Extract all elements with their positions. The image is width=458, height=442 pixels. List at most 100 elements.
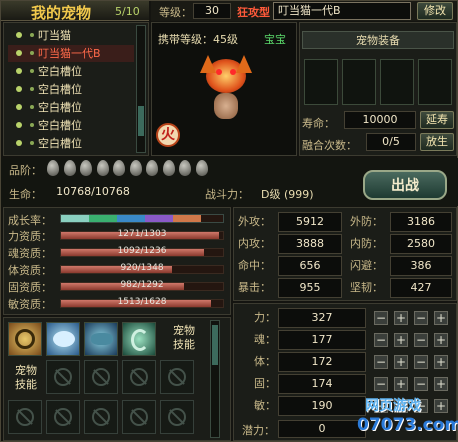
- rename-button[interactable]: 修改: [417, 2, 453, 20]
- locked-skill-slot[interactable]: [160, 400, 194, 434]
- skill-slot-4[interactable]: [122, 322, 156, 356]
- locked-skill-slot[interactable]: [46, 400, 80, 434]
- minus-icon: −: [375, 377, 387, 391]
- attr-minus-button[interactable]: −: [414, 377, 428, 391]
- skill-scroll-thumb[interactable]: [212, 325, 218, 365]
- carry-level: 携带等级：45级: [158, 33, 238, 46]
- minus-icon: −: [375, 333, 387, 347]
- grade-gem-icon: [129, 160, 142, 176]
- bullet-small-icon: [30, 141, 34, 145]
- locked-skill-slot[interactable]: [160, 360, 194, 394]
- aptitude-label: 固资质：: [8, 281, 52, 294]
- attr-plus-button[interactable]: +: [434, 311, 448, 325]
- grade-gem-icon: [47, 160, 59, 176]
- locked-skill-slot[interactable]: [122, 360, 156, 394]
- minus-icon: −: [375, 311, 387, 325]
- pet-list-label: 空白槽位: [38, 101, 82, 114]
- minus-icon: −: [415, 355, 427, 369]
- locked-skill-slot[interactable]: [84, 400, 118, 434]
- life-value: 10000: [344, 111, 416, 129]
- skill-slot-2[interactable]: [46, 322, 80, 356]
- attr-plus-button[interactable]: +: [394, 311, 408, 325]
- attributes-panel: 力： 327− + − + 魂： 177− + − + 体： 172− + − + 固： 174− + − + 敏： 19…: [233, 303, 457, 441]
- skill-slot-1[interactable]: [8, 322, 42, 356]
- battle-button[interactable]: 出战: [363, 170, 447, 200]
- fire-element-icon: 火: [156, 123, 180, 147]
- attr-plus-button[interactable]: +: [434, 333, 448, 347]
- pet-name-input[interactable]: 叮当猫一代B: [273, 2, 411, 20]
- attr-minus-button[interactable]: −: [414, 355, 428, 369]
- minus-icon: −: [415, 311, 427, 325]
- power-label: 战斗力：: [205, 188, 249, 201]
- window-title: 我的宠物: [31, 4, 92, 22]
- attr-label: 魂：: [254, 333, 276, 346]
- minus-icon: −: [375, 355, 387, 369]
- scroll-thumb[interactable]: [138, 106, 144, 136]
- plus-icon: +: [395, 399, 407, 413]
- locked-icon: [130, 368, 148, 386]
- extend-life-button[interactable]: 延寿: [420, 111, 454, 129]
- pet-type: 狂攻型: [237, 6, 270, 19]
- attr-minus-button[interactable]: −: [374, 355, 388, 369]
- stat-label: 坚韧：: [350, 281, 383, 294]
- aptitude-label: 体资质：: [8, 264, 52, 277]
- pet-list-item[interactable]: 空白槽位: [8, 135, 134, 152]
- pet-list-item[interactable]: 叮当猫: [8, 27, 134, 44]
- grade-gem-icon: [179, 160, 191, 176]
- locked-skill-slot[interactable]: [84, 360, 118, 394]
- pet-list-item[interactable]: 空白槽位: [8, 63, 134, 80]
- aptitude-value: 920/1348: [120, 263, 164, 273]
- attr-minus-button[interactable]: −: [414, 399, 428, 413]
- stat-value: 5912: [278, 212, 342, 232]
- attr-plus-button[interactable]: +: [394, 399, 408, 413]
- stat-value: 3186: [390, 212, 452, 232]
- list-scrollbar[interactable]: [136, 25, 146, 153]
- locked-skill-slot[interactable]: [46, 360, 80, 394]
- attr-plus-button[interactable]: +: [434, 377, 448, 391]
- attr-minus-button[interactable]: −: [374, 377, 388, 391]
- pet-list-item[interactable]: 空白槽位: [8, 99, 134, 116]
- pet-list-item[interactable]: 叮当猫一代B: [8, 45, 134, 62]
- attr-plus-button[interactable]: +: [394, 355, 408, 369]
- attr-plus-button[interactable]: +: [434, 355, 448, 369]
- growth-bar: [60, 214, 224, 223]
- aptitude-bar: 982/1292: [60, 280, 224, 291]
- release-button[interactable]: 放生: [420, 133, 454, 151]
- attr-value: 190: [278, 396, 366, 416]
- attr-plus-button[interactable]: +: [434, 399, 448, 413]
- locked-skill-slot[interactable]: [122, 400, 156, 434]
- equip-slot-3[interactable]: [380, 59, 414, 105]
- baby-badge: 宝宝: [264, 33, 286, 46]
- stat-value: 955: [278, 278, 342, 298]
- attr-minus-button[interactable]: −: [414, 333, 428, 347]
- equip-slot-4[interactable]: [418, 59, 452, 105]
- equip-slot-2[interactable]: [342, 59, 376, 105]
- minus-icon: −: [415, 399, 427, 413]
- pet-list: 叮当猫 叮当猫一代B 空白槽位 空白槽位 空白槽位 空白槽位 空白槽位: [3, 22, 149, 156]
- pet-list-item[interactable]: 空白槽位: [8, 117, 134, 134]
- skill-label-1: 宠物技能: [173, 324, 195, 351]
- pet-list-label: 叮当猫: [38, 29, 71, 42]
- skill-slot-3[interactable]: [84, 322, 118, 356]
- bullet-icon: [16, 32, 22, 38]
- attr-minus-button[interactable]: −: [374, 333, 388, 347]
- grade-gem-icon: [96, 160, 109, 176]
- pet-list-item[interactable]: 空白槽位: [8, 81, 134, 98]
- skill-scrollbar[interactable]: [210, 320, 220, 438]
- attr-plus-button[interactable]: +: [394, 333, 408, 347]
- stats-panel: 外攻： 5912 外防： 3186 内攻： 3888 内防： 2580 命中： 656 闪避： 386…: [233, 207, 457, 301]
- attr-minus-button[interactable]: −: [374, 311, 388, 325]
- stat-value: 427: [390, 278, 452, 298]
- locked-icon: [54, 408, 72, 426]
- attr-plus-button[interactable]: +: [394, 377, 408, 391]
- equip-slot-1[interactable]: [304, 59, 338, 105]
- aptitude-label: 力资质：: [8, 230, 52, 243]
- wind-skill-icon: [131, 329, 149, 351]
- locked-icon: [130, 408, 148, 426]
- title-bar: 我的宠物 5/10: [1, 1, 149, 22]
- locked-skill-slot[interactable]: [8, 400, 42, 434]
- bullet-icon: [16, 140, 22, 146]
- attr-minus-button[interactable]: −: [374, 399, 388, 413]
- attr-minus-button[interactable]: −: [414, 311, 428, 325]
- bullet-small-icon: [30, 69, 34, 73]
